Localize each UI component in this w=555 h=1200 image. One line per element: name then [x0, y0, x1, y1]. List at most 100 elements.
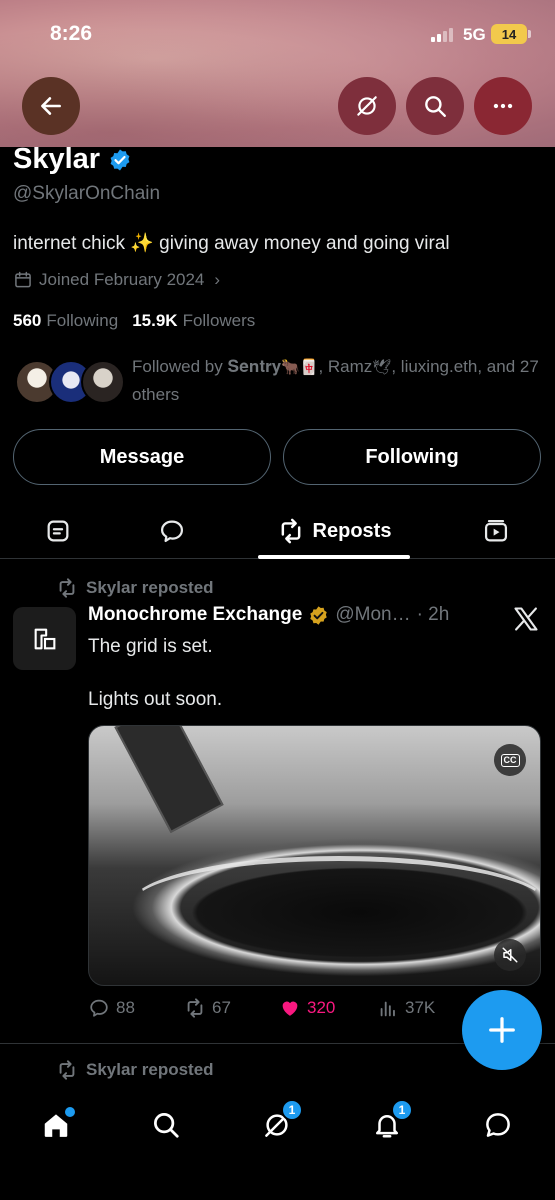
post-text-line: Lights out soon. [88, 689, 223, 710]
repost-icon [281, 518, 300, 544]
bottom-nav: 1 1 [0, 1085, 555, 1200]
profile-bio: internet chick ✨ giving away money and g… [13, 231, 450, 255]
exchange-logo-icon [34, 628, 55, 649]
mute-icon [502, 947, 518, 963]
profile-handle: @SkylarOnChain [13, 183, 161, 204]
post-text-line: The grid is set. [88, 636, 213, 657]
cc-icon: CC [500, 753, 520, 767]
compose-plus-icon [489, 1017, 515, 1043]
video-frame-highlight [129, 856, 540, 956]
captions-button[interactable]: CC [494, 744, 526, 776]
nav-messages[interactable] [472, 1099, 524, 1151]
follower-emoji: 🐂🀄 [281, 359, 319, 376]
following-label: Following [46, 311, 119, 330]
more-icon [493, 103, 513, 109]
home-unread-dot [65, 1107, 75, 1117]
notifications-badge: 1 [391, 1099, 413, 1121]
tab-media[interactable] [468, 503, 524, 559]
x-logo-icon[interactable] [512, 605, 540, 633]
battery-icon: 14 [491, 24, 531, 44]
verified-icon[interactable] [308, 605, 329, 626]
post-header: Monochrome Exchange @Mon… · 2h [88, 604, 449, 626]
follower-name: 𝐒𝐞𝐧𝐭𝐫𝐲 [227, 357, 282, 376]
post-body[interactable]: The grid is set. Lights out soon. [88, 633, 222, 713]
repost-label: Skylar reposted [86, 1060, 214, 1079]
chevron-right-icon: › [214, 270, 221, 289]
nav-grok[interactable]: 1 [251, 1099, 303, 1151]
followed-by-text[interactable]: Followed by 𝐒𝐞𝐧𝐭𝐫𝐲🐂🀄, Ramz🕊, liuxing.eth… [132, 353, 542, 408]
signal-icon [431, 26, 453, 42]
profile-name: Skylar [13, 143, 101, 175]
follower-emoji: 🕊 [372, 359, 392, 376]
messages-icon [486, 1113, 510, 1137]
followed-by-avatars[interactable] [15, 360, 125, 406]
post-author-handle[interactable]: @Mon… [335, 604, 410, 626]
video-icon [484, 519, 508, 542]
repost-indicator: Skylar reposted [56, 577, 214, 599]
posts-icon [47, 520, 69, 542]
follower-name: , Ramz [318, 357, 373, 376]
follow-stats: 560 Following 15.9K Followers [13, 311, 255, 331]
following-link[interactable]: 560 Following [13, 311, 118, 331]
grok-button[interactable] [338, 77, 396, 135]
calendar-icon [15, 271, 31, 288]
tab-reposts-label: Reposts [312, 519, 392, 542]
bio-text-end: giving away money and going viral [153, 233, 450, 254]
back-button[interactable] [22, 77, 80, 135]
search-icon [425, 96, 446, 117]
verified-icon[interactable] [108, 148, 132, 172]
nav-search[interactable] [140, 1099, 192, 1151]
followers-label: Followers [182, 311, 256, 330]
battery-level: 14 [501, 26, 517, 42]
tab-reposts[interactable]: Reposts [258, 503, 410, 559]
tab-replies[interactable] [144, 503, 200, 559]
grok-icon [357, 96, 377, 116]
profile-name-row: Skylar [13, 143, 132, 176]
following-button[interactable]: Following [283, 429, 541, 485]
avatar [81, 360, 125, 404]
repost-icon [187, 998, 203, 1018]
like-count: 320 [307, 998, 336, 1017]
bio-text-start: internet chick [13, 233, 131, 254]
post-video[interactable]: CC [88, 725, 541, 986]
profile-tabs: Reposts [0, 503, 555, 559]
post-time: · 2h [416, 604, 450, 625]
views-button[interactable]: 37K [377, 997, 435, 1019]
network-type: 5G [463, 25, 486, 44]
nav-home[interactable] [30, 1099, 82, 1151]
view-count: 37K [405, 998, 436, 1017]
grok-badge: 1 [281, 1099, 303, 1121]
search-icon [154, 1113, 179, 1138]
repost-icon [59, 578, 75, 598]
reply-icon [160, 520, 184, 543]
status-time: 8:26 [50, 22, 93, 45]
following-count: 560 [13, 311, 42, 330]
followers-count: 15.9K [132, 311, 178, 330]
video-frame-object [114, 726, 224, 834]
tab-posts[interactable] [30, 503, 86, 559]
followers-link[interactable]: 15.9K Followers [132, 311, 255, 331]
repost-button[interactable]: 67 [184, 997, 231, 1019]
heart-icon [282, 1001, 298, 1016]
status-bar: 8:26 5G 14 [0, 0, 555, 70]
nav-notifications[interactable]: 1 [361, 1099, 413, 1151]
engagement-bar: 88 67 320 37K [88, 997, 448, 1027]
more-button[interactable] [474, 77, 532, 135]
reply-count: 88 [116, 998, 135, 1017]
bio-emoji: ✨ [130, 233, 154, 254]
joined-label: Joined February 2024 [39, 270, 205, 289]
repost-icon [59, 1060, 75, 1080]
compose-button[interactable] [462, 990, 542, 1070]
post-author-avatar[interactable] [13, 607, 76, 670]
like-button[interactable]: 320 [279, 997, 335, 1019]
followed-by-prefix: Followed by [132, 357, 228, 376]
post-author-name[interactable]: Monochrome Exchange [88, 604, 302, 626]
message-button[interactable]: Message [13, 429, 271, 485]
joined-date[interactable]: Joined February 2024 › [13, 270, 220, 290]
repost-label: Skylar reposted [86, 578, 214, 597]
repost-indicator: Skylar reposted [56, 1059, 214, 1081]
back-arrow-icon [41, 97, 61, 115]
search-button[interactable] [406, 77, 464, 135]
mute-button[interactable] [494, 939, 526, 971]
reply-button[interactable]: 88 [88, 997, 135, 1019]
